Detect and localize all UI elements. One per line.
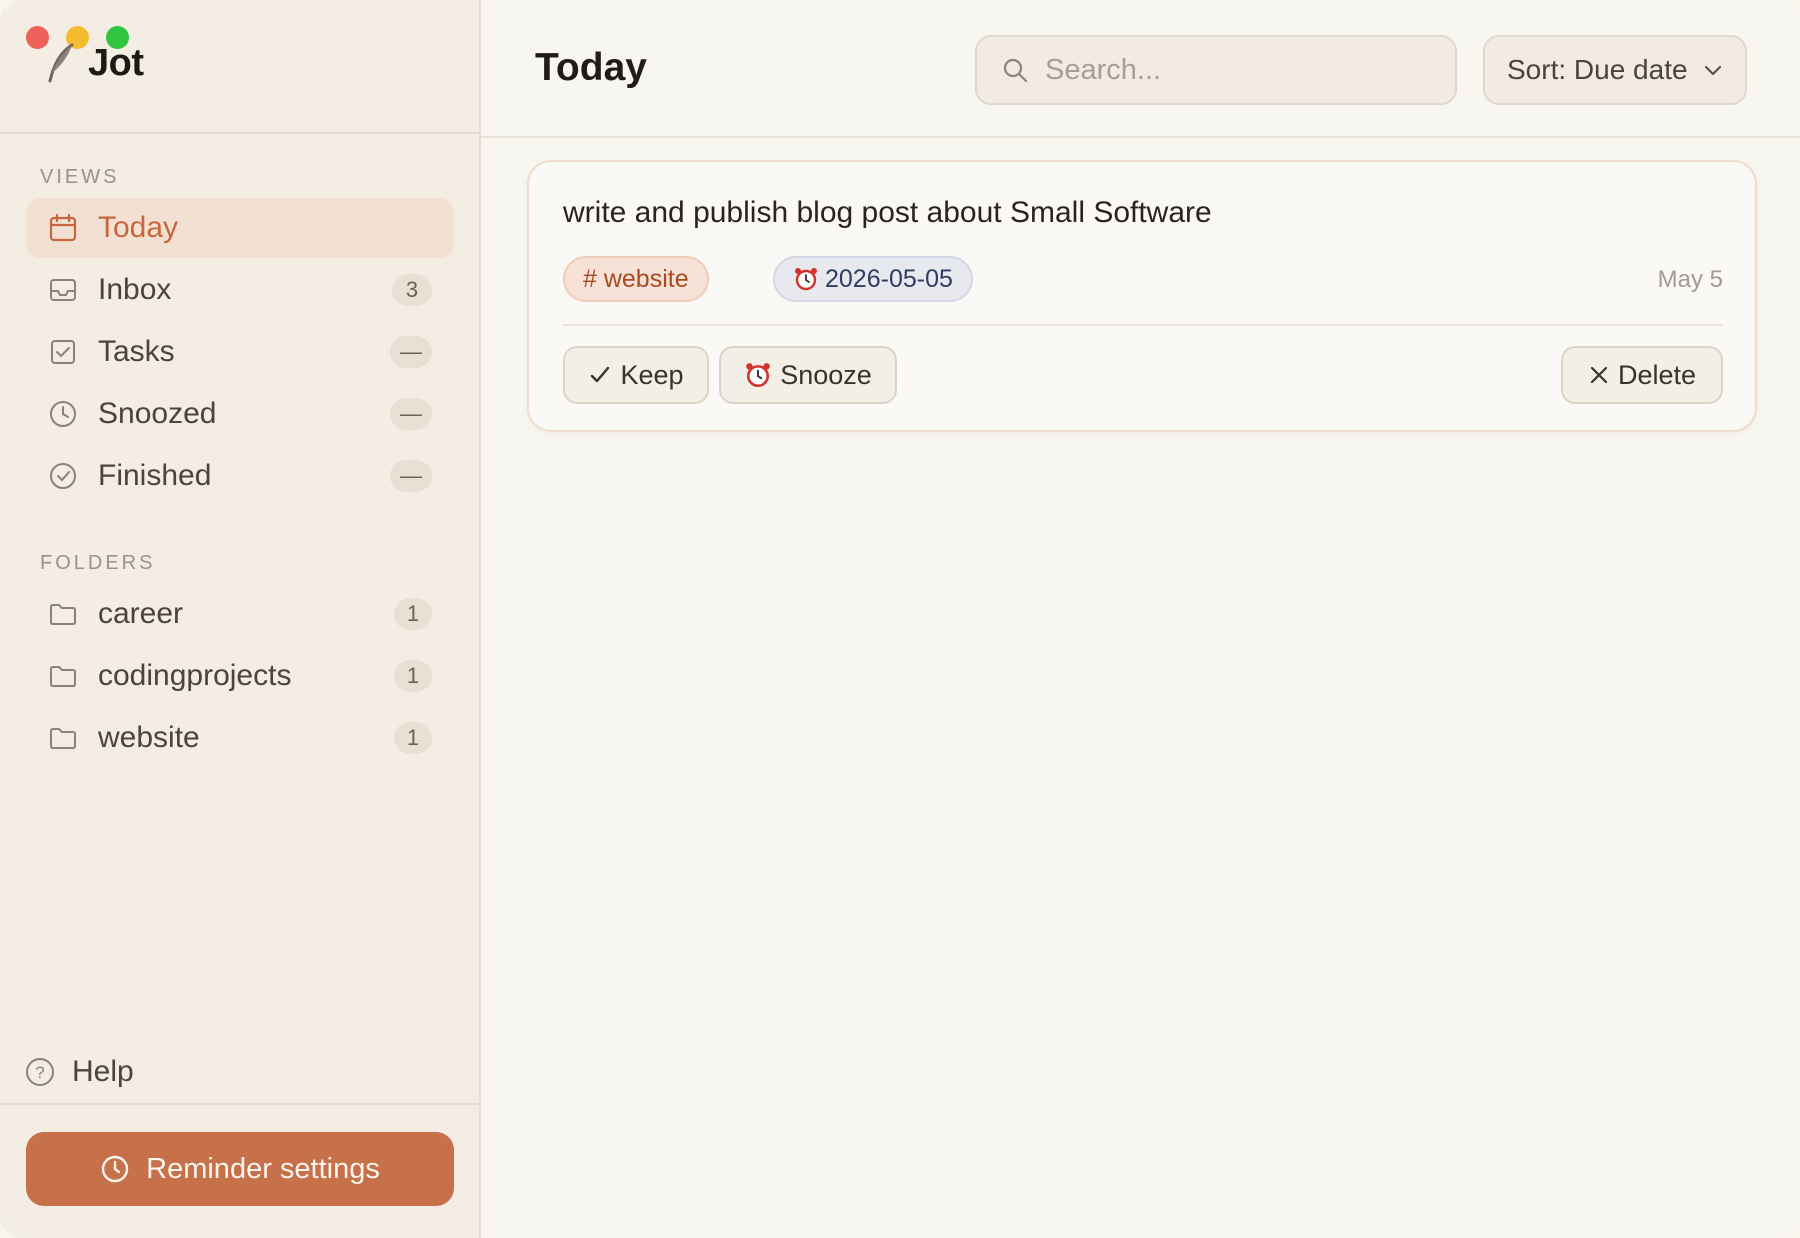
task-date: May 5 (1657, 266, 1723, 293)
sidebar-item-today[interactable]: Today (26, 198, 454, 258)
question-circle-icon: ? (26, 1058, 54, 1086)
sidebar-divider (0, 132, 479, 134)
inbox-icon (48, 275, 78, 305)
folders-section-label: FOLDERS (40, 552, 156, 574)
help-label: Help (72, 1055, 134, 1088)
sort-label: Sort: Due date (1507, 54, 1688, 85)
delete-button[interactable]: Delete (1561, 346, 1723, 404)
finished-count-badge: — (390, 460, 432, 492)
search-input[interactable] (1045, 53, 1425, 87)
main-content: Today Sort: Due date write and publish b… (481, 0, 1800, 1238)
clock-icon (101, 1155, 129, 1183)
sidebar-item-inbox[interactable]: Inbox 3 (26, 260, 454, 320)
sidebar-item-label: Today (98, 211, 179, 244)
keep-label: Keep (620, 359, 684, 390)
sidebar-item-snoozed[interactable]: Snoozed — (26, 384, 454, 444)
alarm-clock-icon (746, 363, 771, 388)
folder-icon (48, 599, 78, 629)
folder-count-badge: 1 (394, 722, 432, 754)
checkbox-icon (48, 337, 78, 367)
sidebar-item-label: website (98, 721, 200, 754)
close-icon (1590, 366, 1608, 384)
card-divider (563, 324, 1723, 326)
folder-count-badge: 1 (394, 598, 432, 630)
sort-dropdown[interactable]: Sort: Due date (1483, 35, 1747, 105)
folder-icon (48, 661, 78, 691)
reminder-settings-label: Reminder settings (146, 1152, 380, 1185)
svg-text:?: ? (35, 1063, 44, 1082)
alarm-clock-icon (795, 268, 817, 291)
tasks-count-badge: — (390, 336, 432, 368)
folder-icon (48, 723, 78, 753)
sidebar-item-label: career (98, 597, 184, 630)
sidebar-folder-website[interactable]: website 1 (26, 708, 454, 768)
app-brand: Jot (42, 42, 144, 85)
sidebar-folder-codingprojects[interactable]: codingprojects 1 (26, 646, 454, 706)
snooze-label: Snooze (780, 359, 872, 390)
sidebar-item-label: codingprojects (98, 659, 292, 692)
task-card[interactable]: write and publish blog post about Small … (527, 160, 1757, 432)
search-icon (1003, 58, 1028, 83)
snoozed-count-badge: — (390, 398, 432, 430)
check-circle-icon (48, 461, 78, 491)
sidebar-item-label: Snoozed (98, 397, 217, 430)
delete-label: Delete (1617, 359, 1697, 390)
folder-count-badge: 1 (394, 660, 432, 692)
topbar: Today Sort: Due date (481, 0, 1800, 138)
sidebar-bottom-divider (0, 1103, 479, 1105)
inbox-count-badge: 3 (392, 274, 432, 306)
folder-tag-label: # website (583, 264, 689, 293)
quill-logo-icon (48, 43, 74, 82)
sidebar: Jot VIEWS Today Inbox 3 Tasks — Snoozed … (0, 0, 481, 1238)
search-box[interactable] (975, 35, 1457, 105)
due-date-tag[interactable]: 2026-05-05 (773, 256, 973, 302)
sidebar-item-label: Tasks (98, 335, 175, 368)
checkmark-icon (591, 366, 610, 383)
chevron-down-icon (1704, 65, 1722, 76)
app-name: Jot (88, 42, 144, 84)
app-window: Jot VIEWS Today Inbox 3 Tasks — Snoozed … (0, 0, 1800, 1238)
snooze-button[interactable]: Snooze (719, 346, 897, 404)
keep-button[interactable]: Keep (563, 346, 709, 404)
page-title: Today (535, 46, 647, 89)
due-date-label: 2026-05-05 (825, 264, 953, 293)
sidebar-item-label: Finished (98, 459, 212, 492)
folder-tag[interactable]: # website (563, 256, 709, 302)
help-link[interactable]: ? Help (24, 1055, 134, 1089)
views-section-label: VIEWS (40, 166, 120, 188)
reminder-settings-button[interactable]: Reminder settings (26, 1132, 454, 1206)
task-title: write and publish blog post about Small … (563, 196, 1212, 229)
sidebar-item-tasks[interactable]: Tasks — (26, 322, 454, 382)
sidebar-item-finished[interactable]: Finished — (26, 446, 454, 506)
clock-icon (48, 399, 78, 429)
calendar-icon (48, 213, 78, 243)
sidebar-item-label: Inbox (98, 273, 172, 306)
sidebar-folder-career[interactable]: career 1 (26, 584, 454, 644)
